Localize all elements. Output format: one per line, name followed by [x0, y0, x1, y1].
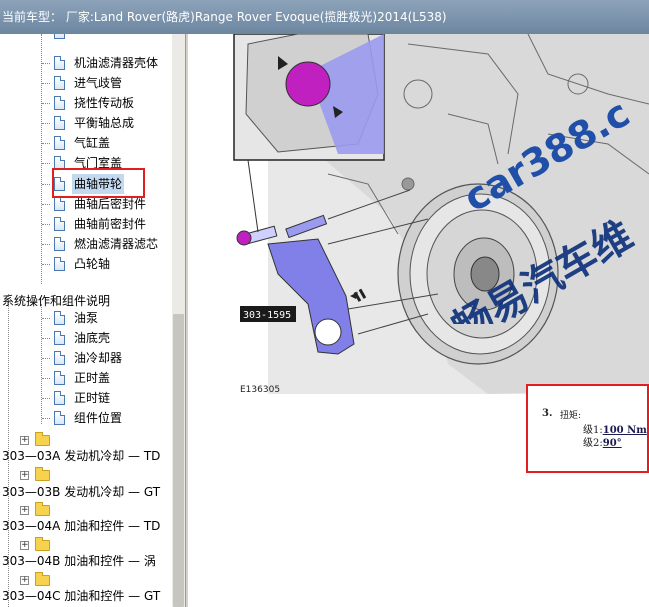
title-text: 当前车型： 厂家:Land Rover(路虎)Range Rover Evoqu… [2, 10, 447, 24]
tree-item-fuel-filter[interactable]: 燃油滤清器滤芯 [42, 234, 172, 254]
tree-item-label: 凸轮轴 [74, 257, 111, 271]
tree-item-cylinder-head[interactable]: 气缸盖 [42, 133, 172, 153]
tree-item-oil-cooler[interactable]: 油冷却器 [42, 348, 172, 368]
tree-scrollbar-thumb[interactable] [173, 314, 184, 607]
tree-folder-label: 303—03B 发动机冷却 — GT [2, 485, 161, 499]
expand-plus-icon[interactable]: + [20, 436, 29, 445]
tree-item-label: 进气歧管 [74, 76, 123, 90]
app-window: 当前车型： 厂家:Land Rover(路虎)Range Rover Evoqu… [0, 0, 649, 607]
expand-plus-icon[interactable]: + [20, 471, 29, 480]
tree-item-label: 正时链 [74, 391, 111, 405]
document-icon [54, 136, 65, 150]
inset-detail [233, 34, 385, 161]
tree-item-label: 油底壳 [74, 331, 111, 345]
tree-folder-label: 303—03A 发动机冷却 — TD [2, 449, 161, 463]
tree-folder-303-04a[interactable]: 303—04A 加油和控件 — TD [2, 516, 172, 536]
document-icon [54, 411, 65, 425]
tree-item-label: 油冷却器 [74, 351, 123, 365]
tree-folder-label: 303—04B 加油和控件 — 涡 [2, 554, 156, 568]
document-icon [54, 76, 65, 90]
document-icon [54, 391, 65, 405]
tree-item-label: 曲轴前密封件 [74, 217, 147, 231]
tree-folder-303-04c[interactable]: 303—04C 加油和控件 — GT [2, 586, 172, 606]
torque-spec-box: 3. 扭矩: 级1:100 Nm 级2:90° [526, 384, 649, 473]
tree-item-balance-shaft[interactable]: 平衡轴总成 [42, 113, 172, 133]
title-bar: 当前车型： 厂家:Land Rover(路虎)Range Rover Evoqu… [0, 0, 649, 34]
expand-plus-icon[interactable]: + [20, 541, 29, 550]
tree-item-oil-filter-housing[interactable]: 机油滤清器壳体 [42, 53, 172, 73]
tree-item-timing-chain[interactable]: 正时链 [42, 388, 172, 408]
figure-id: E136305 [240, 385, 280, 395]
torque-stage-2-value[interactable]: 90° [603, 438, 622, 449]
tree-item-label: 挠性传动板 [74, 96, 135, 110]
document-icon [54, 331, 65, 345]
tree-folder-label: 303—04C 加油和控件 — GT [2, 589, 161, 603]
tree-scrollbar[interactable] [172, 34, 185, 607]
folder-icon [35, 467, 50, 481]
tree-item-crankshaft-front-seal[interactable]: 曲轴前密封件 [42, 214, 172, 234]
content-pane: 303-1595 E136305 car388.c 畅易汽车维 3. 扭矩: 级… [188, 34, 649, 607]
document-icon [54, 351, 65, 365]
tree-folder-303-03b[interactable]: 303—03B 发动机冷却 — GT [2, 482, 172, 502]
document-icon [54, 56, 65, 70]
tree-item-timing-cover[interactable]: 正时盖 [42, 368, 172, 388]
folder-icon [35, 572, 50, 586]
navigation-tree: 机油滤清器壳体 进气歧管 挠性传动板 平衡轴总成 气缸盖 气门室盖 曲轴带轮 曲… [0, 34, 185, 607]
tree-item-label: 气缸盖 [74, 136, 111, 150]
folder-icon [35, 432, 50, 446]
document-icon [54, 34, 65, 39]
crankshaft-pulley [397, 183, 559, 365]
tree-item-intake-manifold[interactable]: 进气歧管 [42, 73, 172, 93]
tree-item-label: 组件位置 [74, 411, 123, 425]
tree-item-label: 油泵 [74, 311, 99, 325]
annotation-highlight-box [52, 168, 145, 198]
tree-item-oil-pump[interactable]: 油泵 [42, 308, 172, 328]
folder-icon [35, 537, 50, 551]
tree-item-label: 正时盖 [74, 371, 111, 385]
document-icon [54, 257, 65, 271]
tree-item-camshaft[interactable]: 凸轮轴 [42, 254, 172, 274]
tree-item-oil-pan[interactable]: 油底壳 [42, 328, 172, 348]
document-icon [54, 96, 65, 110]
expand-plus-icon[interactable]: + [20, 506, 29, 515]
folder-icon [35, 502, 50, 516]
torque-stage-2: 级2:90° [583, 434, 622, 449]
tree-folder-303-04b[interactable]: 303—04B 加油和控件 — 涡 [2, 551, 172, 571]
document-icon [54, 116, 65, 130]
tree-item-label: 平衡轴总成 [74, 116, 135, 130]
tree-item-flexplate[interactable]: 挠性传动板 [42, 93, 172, 113]
inset-connector [247, 159, 259, 233]
tree-folder-label: 303—04A 加油和控件 — TD [2, 519, 161, 533]
tree-item-label: 机油滤清器壳体 [74, 56, 159, 70]
document-icon [54, 217, 65, 231]
tool-label: 303-1595 [243, 310, 291, 321]
document-icon [54, 371, 65, 385]
torque-title: 扭矩: [560, 411, 582, 421]
tree-item-label: 燃油滤清器滤芯 [74, 237, 159, 251]
tree-item-component-location[interactable]: 组件位置 [42, 408, 172, 428]
document-icon [54, 197, 65, 211]
torque-stage-2-label: 级2: [583, 438, 603, 449]
crankshaft-pulley-diagram: 303-1595 E136305 [233, 34, 649, 395]
document-icon [54, 311, 65, 325]
tree-folder-303-03a[interactable]: 303—03A 发动机冷却 — TD [2, 446, 172, 466]
torque-step-number: 3. [542, 408, 553, 419]
document-icon [54, 237, 65, 251]
expand-plus-icon[interactable]: + [20, 576, 29, 585]
